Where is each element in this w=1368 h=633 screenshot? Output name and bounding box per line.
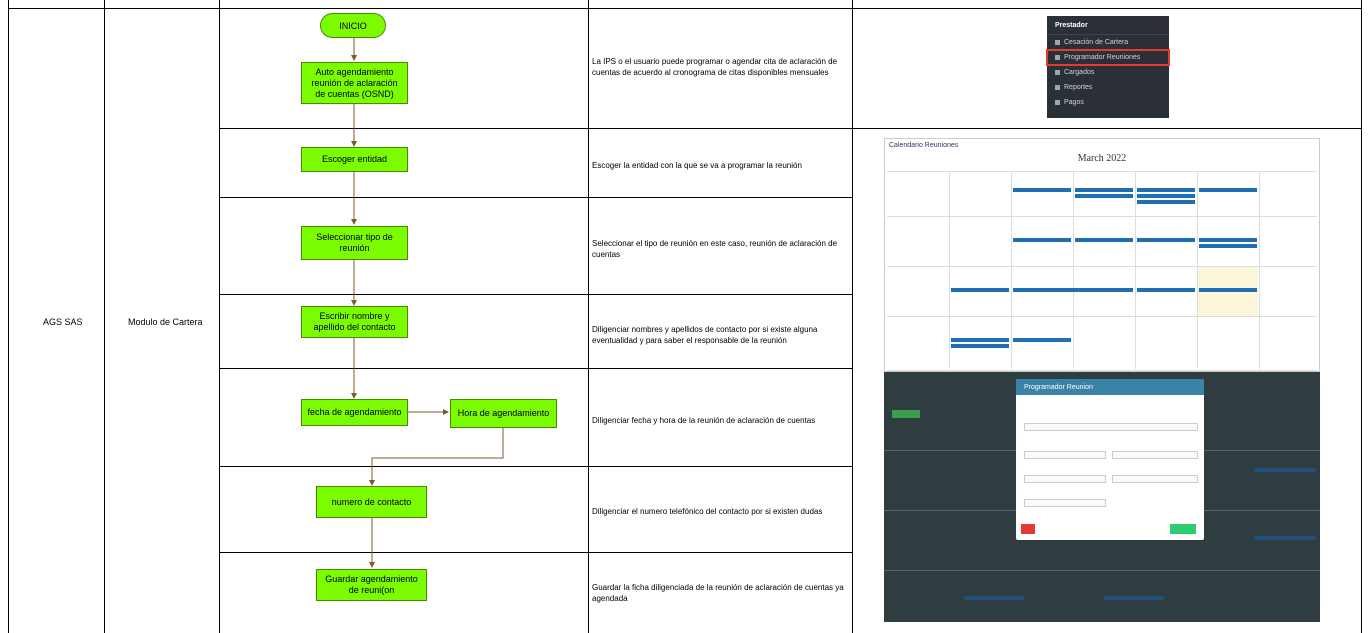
description-5: Diligenciar fecha y hora de la reunión d…: [592, 416, 816, 425]
description-2: Escoger la entidad con la que se va a pr…: [592, 161, 802, 170]
menu-item: Cesación de Cartera: [1047, 35, 1169, 50]
start-node: INICIO: [320, 13, 386, 38]
modal-exit-button: [1021, 524, 1035, 534]
description-1: La IPS o el usuario puede programar o ag…: [592, 57, 838, 77]
menu-icon: [1055, 40, 1060, 45]
flow-step-choose-entity: Escoger entidad: [301, 147, 408, 172]
modal-save-button: [1170, 524, 1196, 534]
calendar-month: March 2022: [1077, 153, 1127, 164]
menu-icon: [1055, 100, 1060, 105]
menu-icon: [1055, 85, 1060, 90]
description-7: Guardar la ficha diligenciada de la reun…: [592, 583, 844, 603]
flow-step-date: fecha de agendamiento: [301, 399, 408, 426]
flow-step-time: Hora de agendamiento: [450, 399, 557, 428]
menu-item: Reportes: [1047, 80, 1169, 95]
flow-step-contact-name: Escribir nombre y apellido del contacto: [301, 306, 408, 338]
description-4: Diligenciar nombres y apellidos de conta…: [592, 325, 818, 345]
flow-step-contact-number: numero de contacto: [316, 486, 427, 518]
menu-item-highlighted: Programador Reuniones: [1046, 49, 1170, 66]
calendar-grid: [887, 171, 1317, 371]
flow-step-save: Guardar agendamiento de reuni(on: [316, 569, 427, 601]
flow-step-auto-scheduling: Auto agendamiento reunión de aclaración …: [301, 62, 408, 104]
menu-item: Cargados: [1047, 65, 1169, 80]
menu-title: Prestador: [1047, 16, 1169, 35]
modal-screenshot: Programador Reunion: [1016, 379, 1204, 540]
calendar-title: Calendario Reuniones: [889, 142, 959, 149]
description-3: Seleccionar el tipo de reunión en este c…: [592, 239, 838, 259]
calendar-screenshot: Calendario Reuniones March 2022: [884, 138, 1320, 372]
menu-icon: [1055, 55, 1060, 60]
menu-screenshot: Prestador Cesación de Cartera Programado…: [1046, 16, 1170, 118]
flow-step-meeting-type: Seleccionar tipo de reunión: [301, 226, 408, 260]
description-6: Diligenciar el numero telefónico del con…: [592, 507, 823, 516]
modal-title: Programador Reunion: [1016, 379, 1204, 395]
menu-item: Pagos: [1047, 95, 1169, 110]
menu-icon: [1055, 70, 1060, 75]
